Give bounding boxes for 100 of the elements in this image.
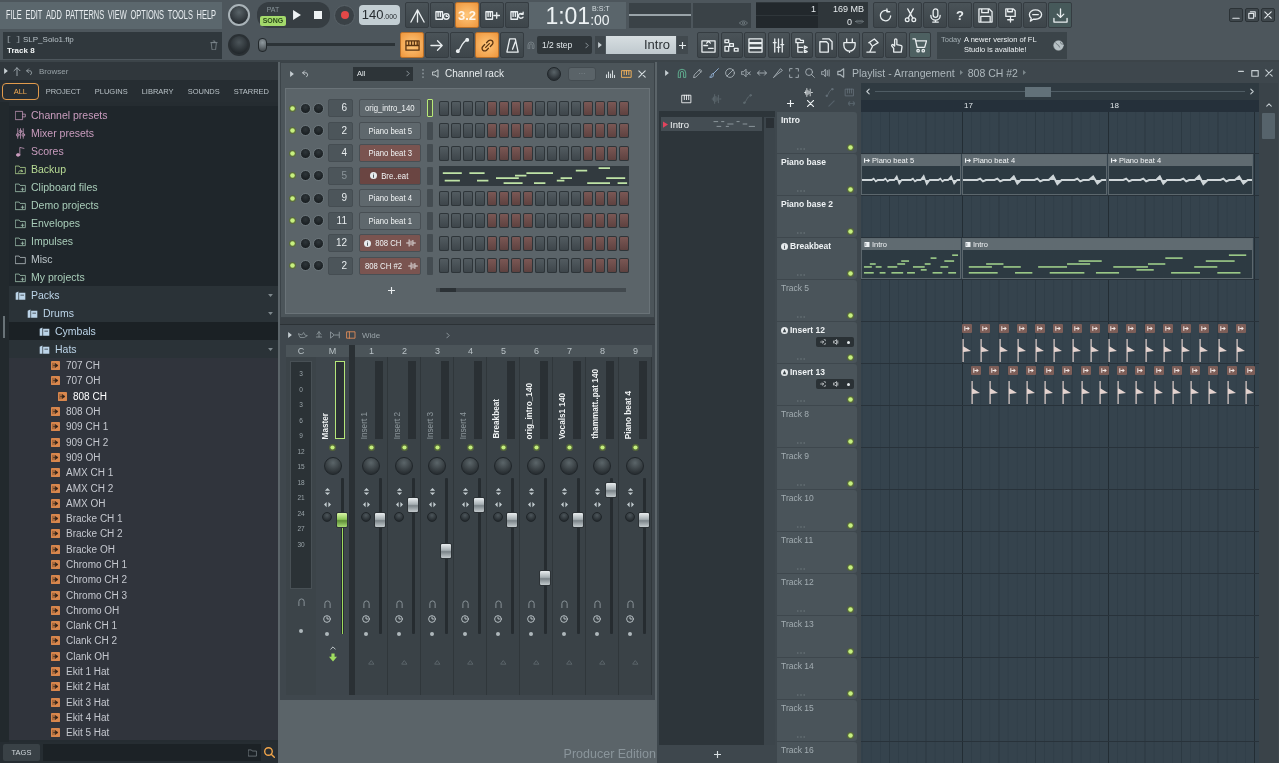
mixer-strip[interactable]: Vocals1 140 — [553, 357, 586, 695]
step-pad[interactable] — [619, 235, 629, 251]
step-pad[interactable] — [583, 123, 593, 139]
track-header[interactable]: Piano base 2 — [777, 196, 857, 237]
step-pad[interactable] — [463, 145, 473, 161]
audio-slice-clip[interactable] — [1144, 324, 1155, 362]
step-pad[interactable] — [487, 258, 497, 274]
swing-knob[interactable] — [547, 66, 561, 81]
step-pad[interactable] — [547, 235, 557, 251]
step-pad[interactable] — [607, 145, 617, 161]
mixer-track-field[interactable]: 6 — [328, 99, 353, 118]
left-right-arrows-icon[interactable] — [593, 501, 601, 508]
dot-icon[interactable] — [847, 340, 851, 344]
step-pad[interactable] — [439, 235, 449, 251]
browser-item[interactable]: 707 OH — [9, 373, 278, 389]
channel-button[interactable]: 808 CH — [359, 234, 421, 253]
step-pad[interactable] — [559, 100, 569, 116]
step-pad[interactable] — [487, 100, 497, 116]
refresh-button[interactable] — [873, 2, 897, 28]
track-header[interactable]: Track 10 — [777, 490, 857, 531]
step-pad[interactable] — [547, 213, 557, 229]
track-header[interactable]: Breakbeat — [777, 238, 857, 279]
status-led-icon[interactable] — [847, 648, 854, 655]
pointing-hand-button[interactable] — [885, 32, 907, 58]
status-led-icon[interactable] — [532, 444, 540, 451]
mixer-strip[interactable]: thammatt..pat 140 — [586, 357, 619, 695]
step-pad[interactable] — [511, 100, 521, 116]
audio-slice-clip[interactable] — [1025, 366, 1036, 404]
fader-thumb[interactable] — [506, 512, 518, 529]
clock-icon[interactable] — [428, 615, 436, 623]
step-pad[interactable] — [607, 235, 617, 251]
select-frame-icon[interactable] — [789, 67, 799, 78]
menu-item[interactable]: OPTIONS — [130, 8, 165, 22]
step-pad[interactable] — [547, 145, 557, 161]
step-pad[interactable] — [475, 235, 485, 251]
audio-slice-clip[interactable] — [1062, 366, 1073, 404]
caret-up-icon[interactable] — [1265, 103, 1272, 107]
step-pad[interactable] — [439, 190, 449, 206]
browser-item[interactable]: Packs — [9, 286, 278, 304]
step-pad[interactable] — [583, 100, 593, 116]
status-led-icon[interactable] — [466, 444, 474, 451]
timeline-ruler[interactable]: 17 18 — [861, 100, 1259, 112]
step-pad[interactable] — [535, 213, 545, 229]
step-pad[interactable] — [451, 145, 461, 161]
fader-thumb[interactable] — [374, 512, 386, 529]
search-field[interactable] — [43, 744, 261, 761]
step-pad[interactable] — [619, 100, 629, 116]
pan-knob[interactable] — [313, 125, 324, 137]
step-pad[interactable] — [619, 213, 629, 229]
double-arrow-icon[interactable] — [757, 67, 767, 78]
browser-item[interactable]: Backup — [9, 160, 278, 178]
menu-item[interactable]: VIEW — [107, 8, 127, 22]
audio-slice-clip[interactable] — [1098, 366, 1109, 404]
pan-knob[interactable] — [560, 457, 578, 475]
audio-slice-clip[interactable] — [1080, 366, 1091, 404]
audio-slice-clip[interactable] — [1126, 324, 1137, 362]
clock-icon[interactable] — [560, 615, 568, 623]
step-pad[interactable] — [463, 100, 473, 116]
menu-item[interactable]: ADD — [46, 8, 62, 22]
arrow-in-icon[interactable] — [819, 381, 826, 387]
dot-icon[interactable] — [847, 382, 851, 386]
browser-item[interactable]: Chromo CH 2 — [9, 572, 278, 588]
step-pad[interactable] — [619, 145, 629, 161]
pan-knob[interactable] — [626, 457, 644, 475]
browser-item[interactable]: Channel presets — [9, 106, 278, 124]
step-pad[interactable] — [487, 145, 497, 161]
step-pad[interactable] — [583, 190, 593, 206]
scissors-button[interactable] — [898, 2, 922, 28]
status-led-icon[interactable] — [847, 186, 854, 193]
slashed-circle-icon[interactable] — [725, 67, 735, 78]
clock-icon[interactable] — [461, 615, 469, 623]
step-pad[interactable] — [535, 145, 545, 161]
step-pad[interactable] — [523, 235, 533, 251]
pitch-slider-thumb[interactable] — [258, 38, 267, 52]
up-down-arrows-icon[interactable] — [461, 488, 469, 495]
stereo-preset[interactable]: Wide — [362, 330, 381, 340]
status-led-icon[interactable] — [847, 522, 854, 529]
arch-icon[interactable] — [527, 600, 535, 608]
audio-slice-clip[interactable] — [1135, 366, 1146, 404]
folder-tree-button[interactable] — [791, 32, 813, 58]
channel-button[interactable]: 808 CH #2 — [359, 256, 421, 275]
fader-thumb[interactable] — [473, 496, 485, 513]
clock-icon[interactable] — [494, 615, 502, 623]
status-led-icon[interactable] — [289, 127, 296, 135]
step-pad[interactable] — [511, 235, 521, 251]
track-header[interactable]: Insert 12 — [777, 322, 857, 363]
scroll-window[interactable] — [1025, 86, 1051, 97]
browser-item[interactable]: Clipboard files — [9, 178, 278, 196]
pattern-selector[interactable]: Intro — [606, 36, 676, 54]
mixer-track-field[interactable]: 2 — [328, 256, 353, 275]
step-pad[interactable] — [559, 235, 569, 251]
status-led-icon[interactable] — [329, 444, 336, 451]
status-led-icon[interactable] — [289, 149, 296, 157]
step-pad[interactable] — [439, 123, 449, 139]
step-pad[interactable] — [499, 100, 509, 116]
channel-button[interactable]: Piano beat 4 — [359, 189, 421, 208]
zoom-icon[interactable] — [805, 67, 815, 78]
menu-item[interactable]: PATTERNS — [65, 8, 105, 22]
plug-button[interactable] — [838, 32, 860, 58]
browser-item[interactable]: Impulses — [9, 232, 278, 250]
